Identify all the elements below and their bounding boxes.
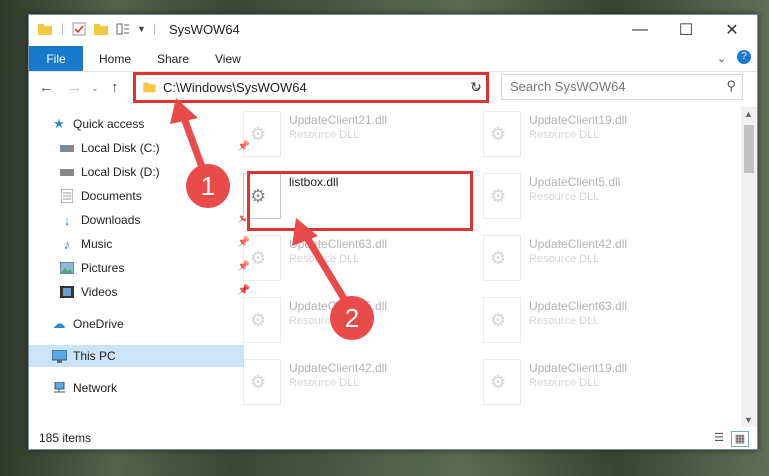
arrow-head-1 bbox=[170, 98, 198, 124]
arrow-line-2 bbox=[303, 234, 349, 304]
step-badge-1: 1 bbox=[186, 164, 230, 208]
arrow-head-2 bbox=[292, 218, 318, 246]
annotation-arrows bbox=[170, 98, 349, 304]
step-badge-2: 2 bbox=[330, 296, 374, 340]
